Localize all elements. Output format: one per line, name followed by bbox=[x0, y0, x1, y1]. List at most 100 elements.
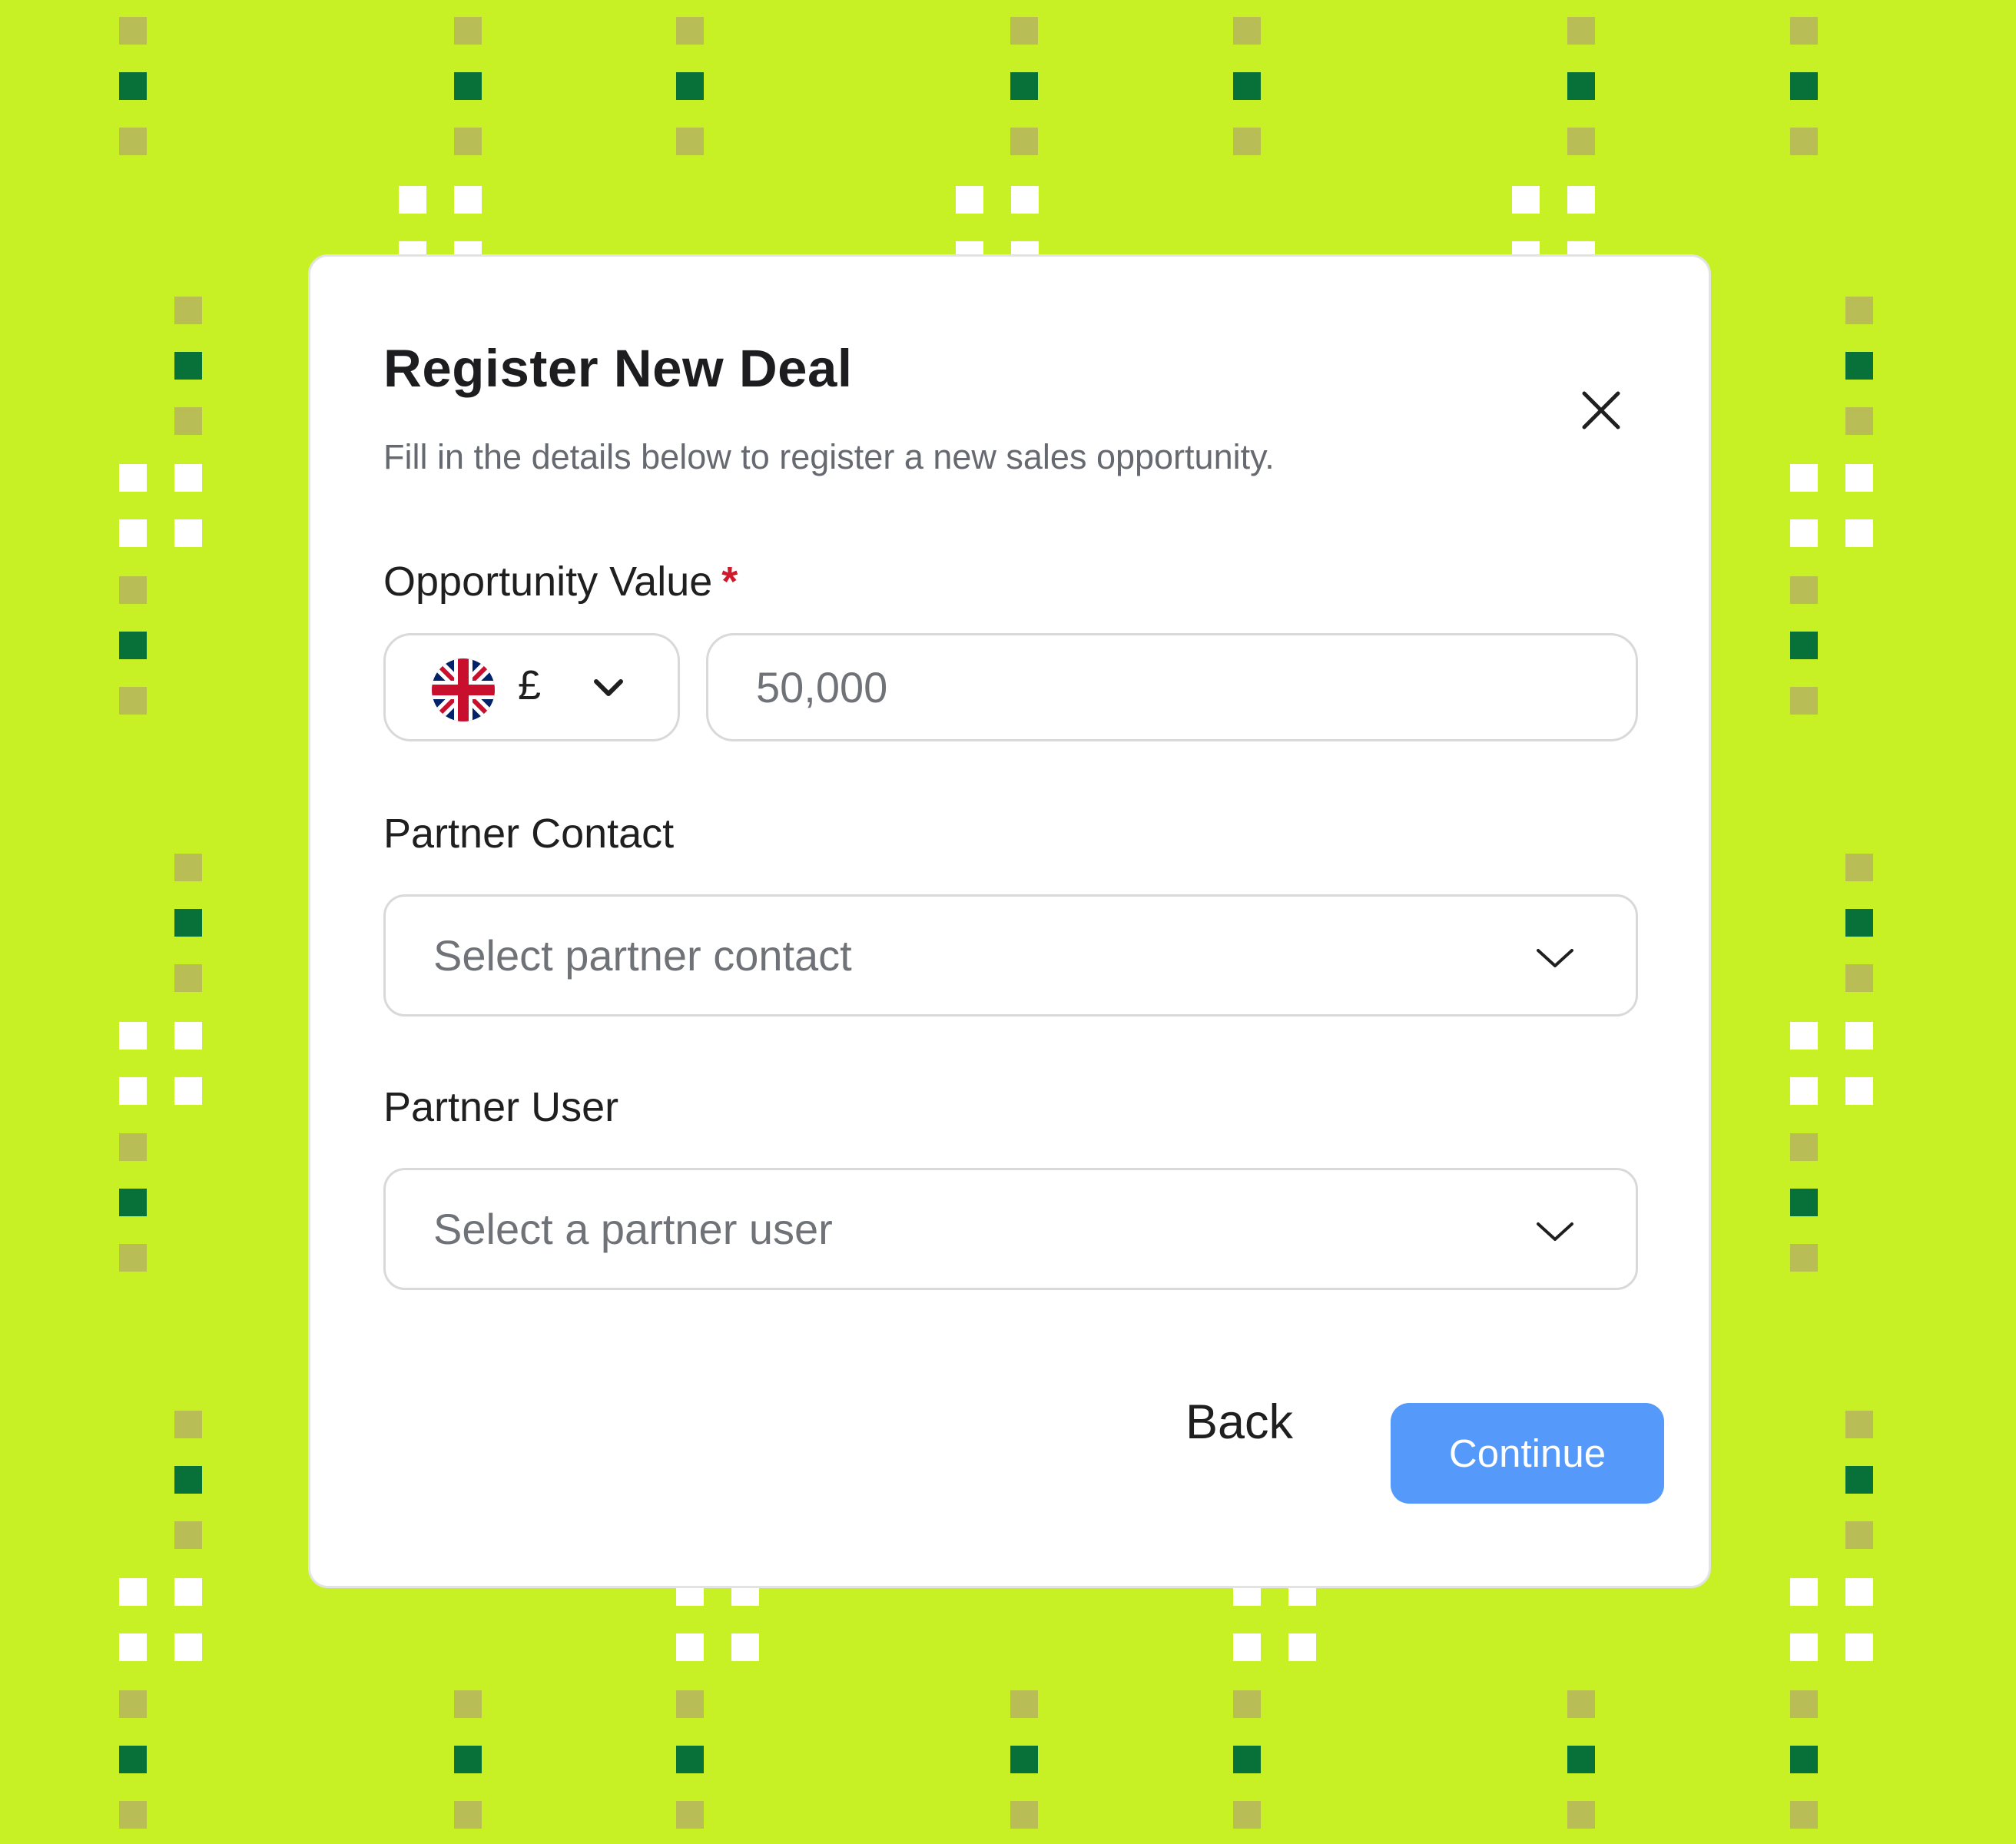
pattern-square bbox=[119, 1633, 147, 1661]
pattern-square bbox=[1790, 464, 1818, 492]
pattern-square bbox=[174, 1022, 202, 1050]
pattern-square bbox=[119, 1578, 147, 1606]
continue-button[interactable]: Continue bbox=[1391, 1403, 1664, 1504]
pattern-square bbox=[174, 1521, 202, 1549]
partner-user-label: Partner User bbox=[383, 1084, 619, 1130]
pattern-square bbox=[1845, 854, 1873, 881]
pattern-square bbox=[1288, 1633, 1316, 1661]
pattern-square bbox=[1233, 1746, 1261, 1773]
pattern-square bbox=[1790, 128, 1818, 155]
pattern-square bbox=[1567, 128, 1595, 155]
pattern-square bbox=[119, 1801, 147, 1829]
pattern-square bbox=[1567, 186, 1595, 214]
pattern-square bbox=[1010, 1801, 1038, 1829]
pattern-square bbox=[454, 72, 482, 100]
pattern-square bbox=[1845, 1466, 1873, 1494]
close-button[interactable] bbox=[1570, 380, 1632, 441]
pattern-square bbox=[1790, 519, 1818, 547]
opportunity-value-label-text: Opportunity Value bbox=[383, 559, 713, 605]
pattern-square bbox=[119, 1133, 147, 1161]
dialog-subtitle: Fill in the details below to register a … bbox=[383, 437, 1275, 476]
pattern-square bbox=[119, 1077, 147, 1105]
pattern-square bbox=[174, 909, 202, 937]
pattern-square bbox=[1790, 1746, 1818, 1773]
pattern-square bbox=[1845, 964, 1873, 992]
pattern-square bbox=[454, 1690, 482, 1718]
pattern-square bbox=[731, 1633, 759, 1661]
pattern-square bbox=[1512, 186, 1540, 214]
pattern-square bbox=[119, 17, 147, 45]
partner-user-placeholder: Select a partner user bbox=[433, 1205, 833, 1253]
pattern-square bbox=[119, 128, 147, 155]
partner-contact-label: Partner Contact bbox=[383, 811, 675, 857]
pattern-square bbox=[119, 1690, 147, 1718]
pattern-square bbox=[174, 1578, 202, 1606]
pattern-square bbox=[119, 687, 147, 715]
pattern-square bbox=[174, 1466, 202, 1494]
pattern-square bbox=[174, 464, 202, 492]
pattern-square bbox=[1790, 1578, 1818, 1606]
pattern-square bbox=[454, 17, 482, 45]
pattern-square bbox=[1845, 909, 1873, 937]
pattern-square bbox=[119, 464, 147, 492]
partner-contact-select[interactable]: Select partner contact bbox=[383, 894, 1638, 1017]
pattern-square bbox=[174, 1077, 202, 1105]
pattern-square bbox=[119, 1244, 147, 1272]
pattern-square bbox=[174, 964, 202, 992]
currency-select[interactable]: £ bbox=[383, 633, 680, 741]
pattern-square bbox=[1790, 1690, 1818, 1718]
pattern-square bbox=[1790, 1189, 1818, 1216]
pattern-square bbox=[174, 854, 202, 881]
register-deal-dialog: Register New Deal Fill in the details be… bbox=[308, 254, 1711, 1588]
pattern-square bbox=[1233, 72, 1261, 100]
pattern-square bbox=[119, 1022, 147, 1050]
pattern-square bbox=[1233, 1690, 1261, 1718]
pattern-square bbox=[956, 186, 983, 214]
pattern-square bbox=[1845, 464, 1873, 492]
pattern-square bbox=[676, 1690, 704, 1718]
pattern-square bbox=[676, 1633, 704, 1661]
pattern-square bbox=[119, 632, 147, 659]
pattern-square bbox=[454, 1746, 482, 1773]
pattern-square bbox=[174, 1633, 202, 1661]
pattern-square bbox=[1845, 1022, 1873, 1050]
chevron-down-icon bbox=[1537, 1222, 1573, 1241]
currency-symbol: £ bbox=[518, 662, 542, 708]
pattern-square bbox=[119, 576, 147, 604]
pattern-square bbox=[1845, 352, 1873, 380]
pattern-square bbox=[1790, 17, 1818, 45]
partner-user-select[interactable]: Select a partner user bbox=[383, 1168, 1638, 1290]
pattern-square bbox=[1790, 1133, 1818, 1161]
pattern-square bbox=[1845, 1077, 1873, 1105]
opportunity-amount-input[interactable] bbox=[706, 633, 1638, 741]
pattern-square bbox=[174, 297, 202, 324]
pattern-square bbox=[1567, 1746, 1595, 1773]
dialog-title: Register New Deal bbox=[383, 339, 853, 398]
pattern-square bbox=[1845, 1411, 1873, 1438]
pattern-square bbox=[1845, 519, 1873, 547]
partner-contact-placeholder: Select partner contact bbox=[433, 931, 852, 980]
pattern-square bbox=[119, 1746, 147, 1773]
pattern-square bbox=[1845, 297, 1873, 324]
pattern-square bbox=[174, 352, 202, 380]
pattern-square bbox=[1790, 687, 1818, 715]
pattern-square bbox=[1233, 128, 1261, 155]
chevron-down-icon bbox=[1537, 949, 1573, 967]
pattern-square bbox=[1010, 1690, 1038, 1718]
pattern-square bbox=[1845, 407, 1873, 435]
pattern-square bbox=[676, 1801, 704, 1829]
pattern-square bbox=[1790, 576, 1818, 604]
chevron-down-icon bbox=[594, 679, 623, 696]
pattern-square bbox=[1567, 1801, 1595, 1829]
pattern-square bbox=[1790, 632, 1818, 659]
uk-flag-icon bbox=[432, 658, 495, 721]
close-icon bbox=[1582, 391, 1620, 429]
pattern-square bbox=[174, 519, 202, 547]
pattern-square bbox=[454, 128, 482, 155]
pattern-square bbox=[1790, 1633, 1818, 1661]
back-button[interactable]: Back bbox=[1170, 1386, 1308, 1459]
pattern-square bbox=[1845, 1578, 1873, 1606]
pattern-square bbox=[1790, 1801, 1818, 1829]
pattern-square bbox=[676, 72, 704, 100]
pattern-square bbox=[676, 17, 704, 45]
